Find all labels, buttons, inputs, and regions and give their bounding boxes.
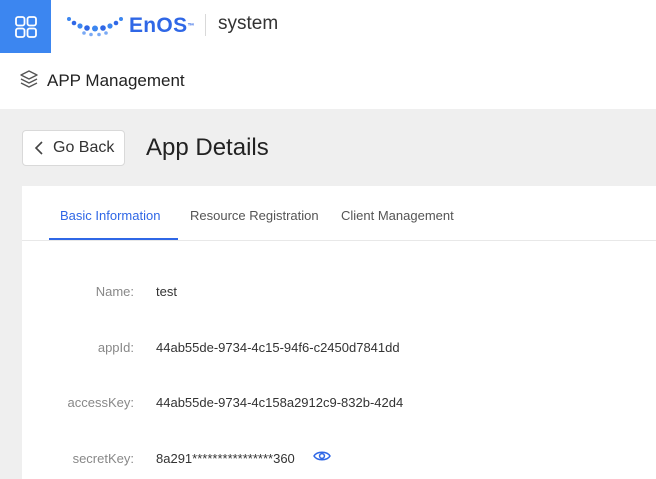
field-row-secretkey: secretKey: 8a291****************360 xyxy=(22,451,656,471)
tab-client-management[interactable]: Client Management xyxy=(341,208,454,223)
eye-icon[interactable] xyxy=(313,449,331,463)
details-card: Basic Information Resource Registration … xyxy=(22,186,656,479)
module-title: APP Management xyxy=(47,71,185,90)
field-value: 44ab55de-9734-4c158a2912c9-832b-42d4 xyxy=(156,395,404,410)
top-bar: EnOS ™ system xyxy=(0,0,656,53)
grid-icon xyxy=(14,15,37,38)
field-row-accesskey: accessKey: 44ab55de-9734-4c158a2912c9-83… xyxy=(22,395,656,415)
tab-bar: Basic Information Resource Registration … xyxy=(22,186,656,241)
logo-dots-icon xyxy=(67,17,123,37)
field-label: accessKey: xyxy=(67,395,134,410)
field-label: secretKey: xyxy=(72,451,134,466)
field-value: 44ab55de-9734-4c15-94f6-c2450d7841dd xyxy=(156,340,400,355)
tab-resource-registration[interactable]: Resource Registration xyxy=(190,208,319,223)
field-label: Name: xyxy=(95,284,134,299)
field-value: 8a291****************360 xyxy=(156,451,295,466)
header-divider xyxy=(205,14,206,36)
app-menu-button[interactable] xyxy=(0,0,51,53)
tab-basic-information[interactable]: Basic Information xyxy=(60,208,160,223)
module-header: APP Management xyxy=(0,53,656,109)
field-row-appid: appId: 44ab55de-9734-4c15-94f6-c2450d784… xyxy=(22,340,656,360)
field-row-name: Name: test xyxy=(22,284,656,304)
active-tab-indicator xyxy=(49,238,178,240)
stack-icon xyxy=(20,70,38,88)
go-back-label: Go Back xyxy=(53,139,115,156)
field-value: test xyxy=(156,284,177,299)
field-label: appId: xyxy=(97,340,134,355)
workspace-name[interactable]: system xyxy=(218,13,278,35)
page-title: App Details xyxy=(146,134,269,161)
logo-trademark: ™ xyxy=(187,22,195,30)
go-back-button[interactable]: Go Back xyxy=(22,130,125,166)
logo-text: EnOS xyxy=(129,14,188,37)
enos-logo[interactable]: EnOS ™ xyxy=(66,10,194,42)
chevron-left-icon xyxy=(34,141,43,155)
